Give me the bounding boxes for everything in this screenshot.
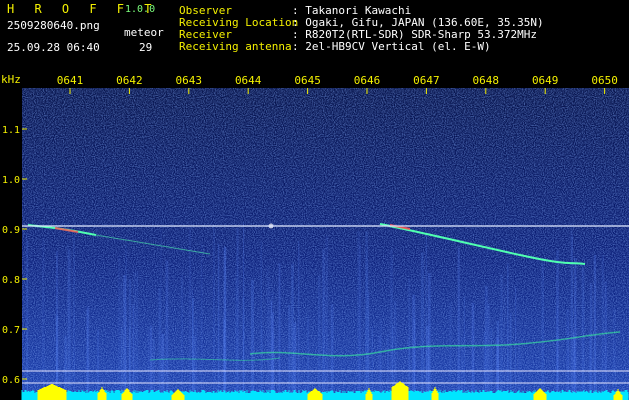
interference-streak: [42, 239, 45, 400]
y-unit-label: kHz: [1, 73, 21, 86]
interference-streak: [261, 325, 264, 400]
interference-streak: [66, 244, 69, 400]
meteor-label: meteor: [124, 26, 164, 39]
app-version: 1.0.0: [125, 4, 156, 15]
interference-streak: [217, 243, 220, 400]
interference-streak: [128, 279, 132, 400]
interference-streak: [56, 251, 58, 400]
interference-streak: [26, 240, 28, 400]
spectrogram: 0641 0642 0643 0644 0645 0646 0647 0648 0649 0650…: [0, 72, 629, 400]
x-tick-label: 0642: [116, 74, 143, 87]
interference-streak: [574, 258, 577, 400]
interference-streak: [73, 234, 75, 400]
interference-streak: [457, 247, 460, 400]
interference-streak: [408, 278, 410, 400]
interference-streak: [322, 249, 325, 400]
interference-streak: [86, 306, 90, 400]
interference-streak: [589, 283, 593, 400]
interference-streak: [317, 275, 321, 400]
interference-streak: [307, 315, 309, 400]
interference-streak: [427, 273, 431, 400]
interference-streak: [120, 327, 123, 400]
interference-streak: [601, 255, 604, 400]
interference-streak: [271, 312, 274, 400]
interference-streak: [506, 263, 509, 400]
timestamp: 25.09.28 06:40: [7, 41, 100, 54]
interference-streak: [201, 244, 203, 400]
interference-streak: [235, 279, 237, 400]
interference-streak: [147, 329, 150, 400]
interference-streak: [236, 227, 239, 400]
interference-streak: [581, 265, 585, 400]
interference-streak: [250, 279, 254, 400]
interference-streak: [136, 270, 138, 400]
interference-streak: [503, 282, 506, 400]
interference-streak: [541, 262, 544, 400]
header: H R O F F T 1.0.0 2509280640.png 25.09.2…: [0, 0, 629, 72]
x-tick-label: 0641: [57, 74, 84, 87]
y-tick-label: 0.6: [2, 375, 20, 386]
interference-streak: [604, 281, 607, 400]
interference-streak: [118, 256, 120, 400]
interference-streak: [160, 228, 162, 400]
interference-streak: [278, 263, 281, 400]
y-tick-label: 0.8: [2, 275, 20, 286]
interference-streak: [509, 312, 512, 400]
x-tick-label: 0643: [176, 74, 203, 87]
interference-streak: [371, 326, 373, 400]
interference-streak: [213, 224, 215, 400]
interference-streak: [387, 334, 389, 400]
interference-streak: [367, 292, 370, 400]
interference-streak: [380, 318, 382, 400]
y-tick-label: 0.7: [2, 325, 20, 336]
y-tick-label: 1.1: [2, 125, 20, 136]
interference-streak: [325, 235, 328, 400]
x-tick-label: 0648: [473, 74, 500, 87]
interference-streak: [291, 263, 294, 400]
interference-streak: [165, 260, 169, 400]
interference-streak: [161, 333, 165, 400]
interference-streak: [123, 275, 127, 400]
interference-streak: [243, 222, 245, 400]
interference-streak: [357, 231, 361, 400]
interference-streak: [490, 328, 493, 400]
x-tick-label: 0647: [413, 74, 440, 87]
interference-streak: [192, 298, 194, 400]
x-tick-label: 0649: [532, 74, 559, 87]
interference-streak: [365, 231, 368, 400]
interference-streak: [132, 304, 134, 400]
interference-streak: [556, 304, 558, 400]
meteor-count: 29: [139, 41, 153, 54]
antenna-value: : 2el-HB9CV Vertical (el. E-W): [292, 40, 491, 53]
interference-streak: [471, 302, 475, 400]
interference-streak: [268, 278, 271, 400]
interference-streak: [500, 274, 503, 400]
x-tick-label: 0644: [235, 74, 262, 87]
y-tick-label: 0.9: [2, 225, 20, 236]
x-tick-label: 0650: [591, 74, 618, 87]
interference-streak: [449, 302, 452, 400]
interference-streak: [133, 271, 137, 400]
interference-streak: [194, 319, 198, 400]
interference-streak: [567, 321, 569, 400]
antenna-label: Receiving antenna: [179, 40, 292, 53]
interference-streak: [571, 235, 573, 400]
interference-streak: [612, 308, 616, 400]
interference-streak: [223, 246, 226, 400]
interference-streak: [181, 275, 183, 400]
interference-streak: [149, 325, 153, 400]
interference-streak: [298, 240, 300, 400]
interference-streak: [330, 304, 334, 400]
x-tick-label: 0645: [294, 74, 321, 87]
x-tick-label: 0646: [354, 74, 381, 87]
y-tick-label: 1.0: [2, 175, 20, 186]
interference-streak: [463, 297, 465, 400]
interference-streak: [420, 252, 424, 400]
interference-streak: [188, 226, 192, 400]
interference-streak: [487, 303, 490, 400]
interference-streak: [593, 254, 597, 400]
interference-streak: [97, 329, 99, 400]
interference-streak: [293, 322, 297, 400]
file-name: 2509280640.png: [7, 19, 100, 32]
